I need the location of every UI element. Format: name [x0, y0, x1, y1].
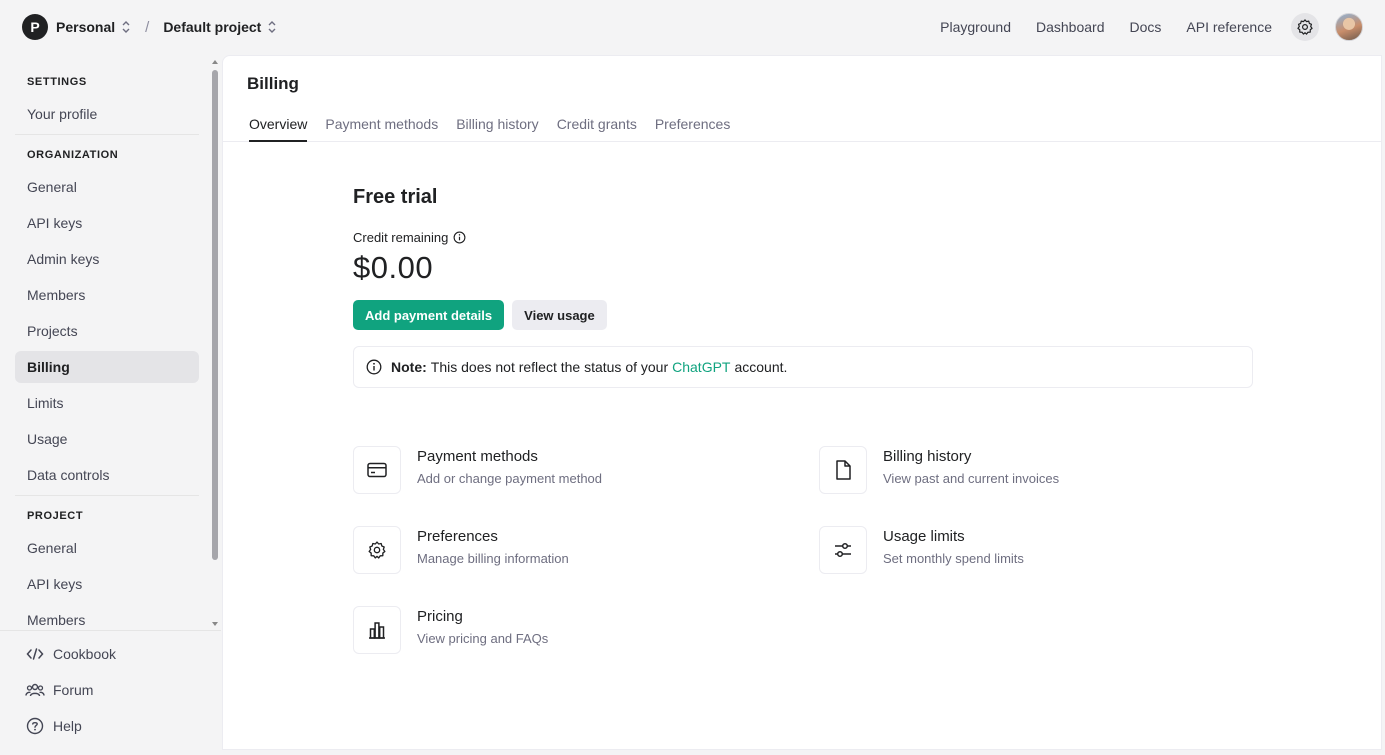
nav-dashboard[interactable]: Dashboard — [1036, 19, 1105, 35]
gear-icon — [353, 526, 401, 574]
user-avatar[interactable] — [1335, 13, 1363, 41]
action-buttons: Add payment details View usage — [353, 300, 1253, 330]
sidebar-item-members[interactable]: Members — [15, 279, 199, 311]
document-icon — [819, 446, 867, 494]
project-name: Default project — [163, 19, 262, 35]
sidebar-scroll-area[interactable]: SETTINGS Your profile ORGANIZATION Gener… — [0, 54, 209, 630]
nav-docs[interactable]: Docs — [1129, 19, 1161, 35]
note-banner: Note: This does not reflect the status o… — [353, 346, 1253, 388]
help-link[interactable]: Help — [0, 708, 221, 744]
scroll-up-arrow[interactable] — [212, 60, 218, 64]
sidebar-item-project-api-keys[interactable]: API keys — [15, 568, 199, 600]
sidebar-item-limits[interactable]: Limits — [15, 387, 199, 419]
card-description: Add or change payment method — [417, 471, 603, 486]
bar-chart-icon — [353, 606, 401, 654]
card-payment-methods[interactable]: Payment methods Add or change payment me… — [353, 446, 773, 494]
sidebar: SETTINGS Your profile ORGANIZATION Gener… — [0, 54, 221, 755]
view-usage-button[interactable]: View usage — [512, 300, 607, 330]
sidebar-item-billing[interactable]: Billing — [15, 351, 199, 383]
org-switcher[interactable]: P Personal — [22, 14, 131, 40]
sidebar-item-admin-keys[interactable]: Admin keys — [15, 243, 199, 275]
help-icon — [25, 716, 45, 736]
main-panel: Billing Overview Payment methods Billing… — [222, 55, 1382, 750]
card-title: Usage limits — [883, 528, 965, 545]
breadcrumb-separator: / — [145, 18, 150, 36]
credit-card-icon — [353, 446, 401, 494]
tab-billing-history[interactable]: Billing history — [456, 110, 538, 142]
cookbook-label: Cookbook — [53, 646, 117, 662]
credit-remaining-label: Credit remaining — [353, 230, 1253, 245]
sidebar-item-data-controls[interactable]: Data controls — [15, 459, 199, 491]
tab-payment-methods[interactable]: Payment methods — [325, 110, 438, 142]
card-title: Preferences — [417, 528, 498, 545]
card-title: Payment methods — [417, 448, 538, 465]
section-title-settings: SETTINGS — [27, 76, 87, 88]
overview-content: Free trial Credit remaining $0.00 Add pa… — [353, 186, 1253, 388]
forum-link[interactable]: Forum — [0, 672, 221, 708]
scroll-down-arrow[interactable] — [212, 622, 218, 626]
code-icon — [25, 644, 45, 664]
card-title: Billing history — [883, 448, 972, 465]
sidebar-divider — [15, 134, 199, 135]
sidebar-scrollbar[interactable] — [211, 60, 219, 626]
card-description: Manage billing information — [417, 551, 569, 566]
sidebar-item-project-general[interactable]: General — [15, 532, 199, 564]
card-billing-history[interactable]: Billing history View past and current in… — [819, 446, 1239, 494]
card-title: Pricing — [417, 608, 463, 625]
tab-preferences[interactable]: Preferences — [655, 110, 730, 142]
tab-overview[interactable]: Overview — [249, 110, 308, 142]
note-text: This does not reflect the status of your — [430, 359, 669, 375]
info-icon — [366, 359, 382, 375]
chevron-up-down-icon — [268, 21, 276, 33]
card-description: View past and current invoices — [883, 471, 1060, 486]
scrollbar-thumb[interactable] — [212, 70, 218, 560]
sidebar-item-your-profile[interactable]: Your profile — [15, 98, 199, 130]
org-avatar: P — [22, 14, 48, 40]
section-title-organization: ORGANIZATION — [27, 149, 119, 161]
card-description: Set monthly spend limits — [883, 551, 1024, 566]
tab-credit-grants[interactable]: Credit grants — [557, 110, 637, 142]
info-icon[interactable] — [453, 231, 466, 244]
top-nav: Playground Dashboard Docs API reference — [915, 13, 1363, 41]
note-text-end: account. — [734, 359, 788, 375]
sidebar-item-projects[interactable]: Projects — [15, 315, 199, 347]
chevron-up-down-icon — [122, 21, 130, 33]
page-title: Billing — [247, 74, 299, 93]
billing-tabs: Overview Payment methods Billing history… — [223, 110, 1381, 142]
top-bar: P Personal / Default project Playground … — [0, 0, 1385, 54]
card-pricing[interactable]: Pricing View pricing and FAQs — [353, 606, 773, 654]
sidebar-item-general[interactable]: General — [15, 171, 199, 203]
project-switcher[interactable]: Default project — [163, 19, 277, 35]
forum-label: Forum — [53, 682, 94, 698]
cookbook-link[interactable]: Cookbook — [0, 636, 221, 672]
credit-label-text: Credit remaining — [353, 230, 449, 245]
card-preferences[interactable]: Preferences Manage billing information — [353, 526, 773, 574]
sidebar-item-api-keys[interactable]: API keys — [15, 207, 199, 239]
plan-title: Free trial — [353, 186, 438, 208]
settings-button[interactable] — [1291, 13, 1319, 41]
sidebar-item-usage[interactable]: Usage — [15, 423, 199, 455]
card-description: View pricing and FAQs — [417, 631, 549, 646]
nav-playground[interactable]: Playground — [940, 19, 1011, 35]
sidebar-divider — [15, 495, 199, 496]
help-label: Help — [53, 718, 82, 734]
chatgpt-link[interactable]: ChatGPT — [672, 359, 730, 375]
add-payment-details-button[interactable]: Add payment details — [353, 300, 505, 330]
credit-amount: $0.00 — [353, 250, 434, 285]
org-name: Personal — [56, 19, 116, 35]
people-icon — [25, 680, 45, 700]
note-label: Note: — [391, 359, 427, 375]
section-title-project: PROJECT — [27, 510, 84, 522]
sidebar-item-project-members[interactable]: Members — [15, 604, 199, 630]
sliders-icon — [819, 526, 867, 574]
sidebar-footer: Cookbook Forum Help — [0, 630, 221, 755]
gear-icon — [1297, 19, 1313, 35]
card-usage-limits[interactable]: Usage limits Set monthly spend limits — [819, 526, 1239, 574]
nav-api-reference[interactable]: API reference — [1186, 19, 1272, 35]
